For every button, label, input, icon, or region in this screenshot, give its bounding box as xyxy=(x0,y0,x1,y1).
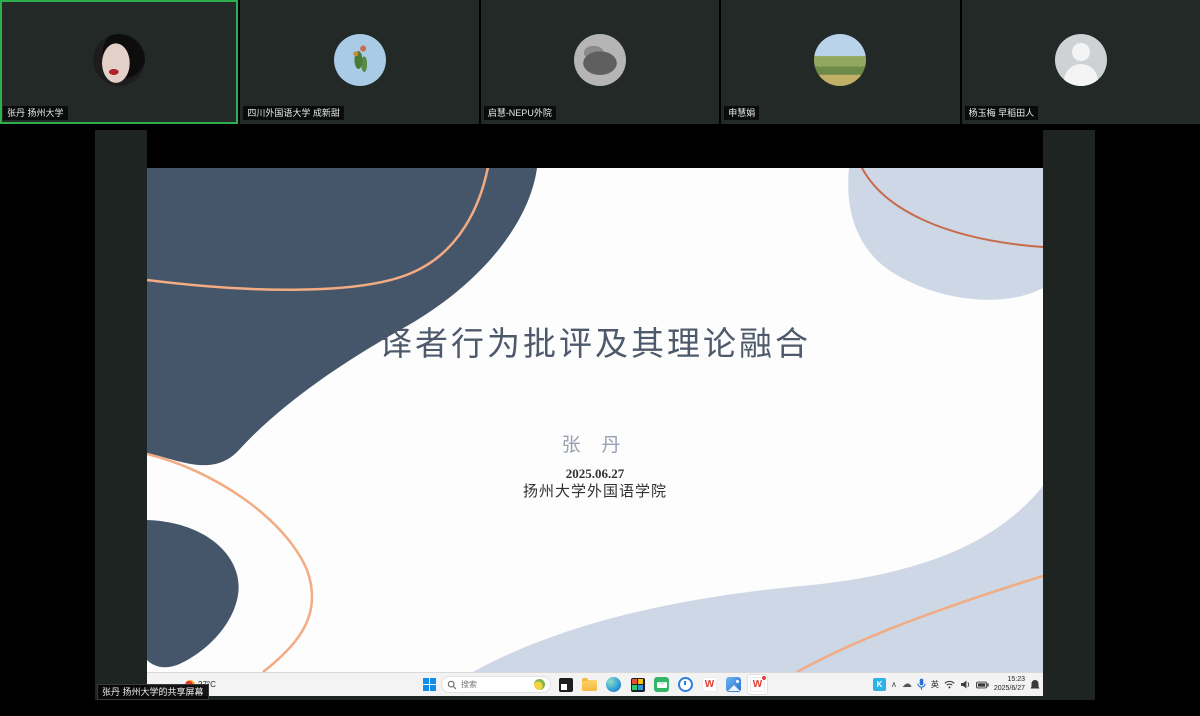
participant-avatar xyxy=(93,34,145,86)
battery-icon xyxy=(976,681,989,689)
file-explorer-icon xyxy=(580,675,599,694)
search-icon xyxy=(447,680,457,690)
ime-indicator: 英 xyxy=(931,679,939,690)
participant-avatar xyxy=(814,34,866,86)
shared-screen-stage[interactable]: 译者行为批评及其理论融合 张 丹 2025.06.27 扬州大学外国语学院 27… xyxy=(95,130,1095,700)
wps-writer-active-icon: W xyxy=(748,675,767,694)
taskbar-search-box: 搜索 xyxy=(441,676,551,693)
participant-tile[interactable]: 申慧娟 xyxy=(721,0,959,124)
wifi-icon xyxy=(944,680,955,689)
participant-tile[interactable]: 杨玉梅 早稻田人 xyxy=(962,0,1200,124)
presentation-slide: 译者行为批评及其理论融合 张 丹 2025.06.27 扬州大学外国语学院 xyxy=(147,168,1043,672)
slide-date: 2025.06.27 xyxy=(147,467,1043,480)
meeting-app-icon xyxy=(676,675,695,694)
participant-name-tag: 申慧娟 xyxy=(724,106,759,120)
task-view-icon xyxy=(556,675,575,694)
participant-name-tag: 启慧-NEPU外院 xyxy=(484,106,556,120)
photos-app-icon xyxy=(724,675,743,694)
search-placeholder: 搜索 xyxy=(461,679,530,690)
clock-time: 15:23 xyxy=(1007,676,1025,683)
shared-desktop: 译者行为批评及其理论融合 张 丹 2025.06.27 扬州大学外国语学院 27… xyxy=(147,130,1043,696)
participant-video-strip: 张丹 扬州大学 四川外国语大学 成新甜 启慧-NEPU外院 申慧娟 杨玉梅 早稻… xyxy=(0,0,1200,124)
edge-browser-icon xyxy=(604,675,623,694)
share-banner: 张丹 扬州大学的共享屏幕 xyxy=(97,684,209,700)
slide-title: 译者行为批评及其理论融合 xyxy=(147,326,1043,366)
participant-name-tag: 张丹 扬州大学 xyxy=(3,106,68,120)
wps-writer-icon: W xyxy=(700,675,719,694)
windows-start-icon xyxy=(423,678,436,691)
store-icon xyxy=(628,675,647,694)
participant-name-tag: 杨玉梅 早稻田人 xyxy=(965,106,1039,120)
participant-avatar xyxy=(574,34,626,86)
cloud-icon: ☁ xyxy=(902,680,912,690)
participant-tile[interactable]: 四川外国语大学 成新甜 xyxy=(240,0,478,124)
slide-decorative-shapes xyxy=(147,168,1043,672)
slide-institution: 扬州大学外国语学院 xyxy=(147,483,1043,501)
search-highlight-icon xyxy=(534,679,545,690)
microphone-icon xyxy=(917,678,926,691)
system-tray: K ∧ ☁ 英 xyxy=(873,673,1040,696)
taskbar-clock: 15:23 2025/6/27 xyxy=(994,676,1025,692)
default-person-avatar-icon xyxy=(1055,34,1107,86)
participant-tile[interactable]: 张丹 扬州大学 xyxy=(0,0,238,124)
notification-bell-icon xyxy=(1030,679,1040,691)
participant-tile[interactable]: 启慧-NEPU外院 xyxy=(481,0,719,124)
participant-name-tag: 四川外国语大学 成新甜 xyxy=(243,106,344,120)
slide-presenter: 张 丹 xyxy=(147,436,1043,455)
windows-taskbar: 27°C 搜索 W xyxy=(147,672,1043,696)
clock-date: 2025/6/27 xyxy=(994,685,1025,692)
taskbar-center: 搜索 W W xyxy=(423,673,767,696)
participant-avatar xyxy=(334,34,386,86)
mail-app-icon xyxy=(652,675,671,694)
hidden-icons-chevron-icon: ∧ xyxy=(891,681,897,689)
kdocs-tray-icon: K xyxy=(873,678,886,691)
volume-icon xyxy=(960,680,971,689)
